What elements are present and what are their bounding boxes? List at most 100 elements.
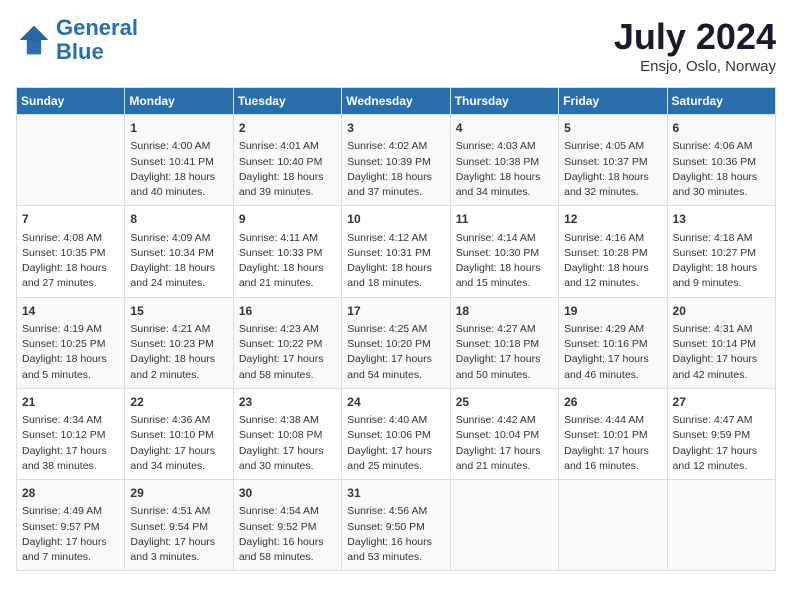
day-info: Sunrise: 4:25 AM Sunset: 10:20 PM Daylig… xyxy=(347,322,444,383)
calendar-day-cell: 31 Sunrise: 4:56 AM Sunset: 9:50 PM Dayli… xyxy=(342,480,450,571)
calendar-day-cell: 27 Sunrise: 4:47 AM Sunset: 9:59 PM Dayli… xyxy=(667,388,775,479)
calendar-day-cell: 24 Sunrise: 4:40 AM Sunset: 10:06 PM Dayl… xyxy=(342,388,450,479)
calendar-day-cell: 3 Sunrise: 4:02 AM Sunset: 10:39 PM Dayli… xyxy=(342,115,450,206)
calendar-week-row: 28 Sunrise: 4:49 AM Sunset: 9:57 PM Dayli… xyxy=(17,480,776,571)
day-number: 3 xyxy=(347,120,444,137)
calendar-day-cell: 16Sunrise: 4:23 AM Sunset: 10:22 PM Dayl… xyxy=(233,297,341,388)
calendar-day-cell: 30Sunrise: 4:54 AM Sunset: 9:52 PM Dayli… xyxy=(233,480,341,571)
day-info: Sunrise: 4:40 AM Sunset: 10:06 PM Daylig… xyxy=(347,413,444,474)
calendar-day-cell: 23 Sunrise: 4:38 AM Sunset: 10:08 PM Dayl… xyxy=(233,388,341,479)
day-info: Sunrise: 4:05 AM Sunset: 10:37 PM Daylig… xyxy=(564,139,661,200)
weekday-header: Thursday xyxy=(450,88,558,115)
calendar-day-cell: 29 Sunrise: 4:51 AM Sunset: 9:54 PM Dayli… xyxy=(125,480,233,571)
title-block: July 2024 Ensjo, Oslo, Norway xyxy=(614,16,776,75)
calendar-day-cell: 12 Sunrise: 4:16 AM Sunset: 10:28 PM Dayl… xyxy=(559,206,667,297)
day-info: Sunrise: 4:12 AM Sunset: 10:31 PM Daylig… xyxy=(347,231,444,292)
calendar-day-cell xyxy=(559,480,667,571)
calendar-table: SundayMondayTuesdayWednesdayThursdayFrid… xyxy=(16,87,776,571)
day-number: 4 xyxy=(456,120,553,137)
day-number: 22 xyxy=(130,394,227,411)
day-number: 27 xyxy=(673,394,770,411)
day-info: Sunrise: 4:54 AM Sunset: 9:52 PM Dayligh… xyxy=(239,504,336,565)
calendar-day-cell: 5 Sunrise: 4:05 AM Sunset: 10:37 PM Dayli… xyxy=(559,115,667,206)
calendar-day-cell: 18 Sunrise: 4:27 AM Sunset: 10:18 PM Dayl… xyxy=(450,297,558,388)
day-info: Sunrise: 4:51 AM Sunset: 9:54 PM Dayligh… xyxy=(130,504,227,565)
day-info: Sunrise: 4:34 AM Sunset: 10:12 PM Daylig… xyxy=(22,413,119,474)
logo-text: GeneralBlue xyxy=(56,16,138,64)
day-info: Sunrise: 4:21 AM Sunset: 10:23 PM Daylig… xyxy=(130,322,227,383)
day-info: Sunrise: 4:06 AM Sunset: 10:36 PM Daylig… xyxy=(673,139,770,200)
day-number: 12 xyxy=(564,211,661,228)
calendar-header-row: SundayMondayTuesdayWednesdayThursdayFrid… xyxy=(17,88,776,115)
day-info: Sunrise: 4:36 AM Sunset: 10:10 PM Daylig… xyxy=(130,413,227,474)
day-number: 8 xyxy=(130,211,227,228)
calendar-day-cell: 20 Sunrise: 4:31 AM Sunset: 10:14 PM Dayl… xyxy=(667,297,775,388)
day-number: 19 xyxy=(564,303,661,320)
day-number: 7 xyxy=(22,211,119,228)
calendar-day-cell: 17Sunrise: 4:25 AM Sunset: 10:20 PM Dayl… xyxy=(342,297,450,388)
day-info: Sunrise: 4:23 AM Sunset: 10:22 PM Daylig… xyxy=(239,322,336,383)
day-number: 25 xyxy=(456,394,553,411)
day-info: Sunrise: 4:19 AM Sunset: 10:25 PM Daylig… xyxy=(22,322,119,383)
day-info: Sunrise: 4:42 AM Sunset: 10:04 PM Daylig… xyxy=(456,413,553,474)
logo: GeneralBlue xyxy=(16,16,138,64)
day-info: Sunrise: 4:02 AM Sunset: 10:39 PM Daylig… xyxy=(347,139,444,200)
day-number: 9 xyxy=(239,211,336,228)
day-number: 14 xyxy=(22,303,119,320)
day-number: 31 xyxy=(347,485,444,502)
calendar-day-cell xyxy=(17,115,125,206)
weekday-header: Tuesday xyxy=(233,88,341,115)
calendar-day-cell: 8 Sunrise: 4:09 AM Sunset: 10:34 PM Dayli… xyxy=(125,206,233,297)
day-number: 28 xyxy=(22,485,119,502)
calendar-day-cell: 14 Sunrise: 4:19 AM Sunset: 10:25 PM Dayl… xyxy=(17,297,125,388)
day-number: 23 xyxy=(239,394,336,411)
weekday-header: Friday xyxy=(559,88,667,115)
day-number: 2 xyxy=(239,120,336,137)
calendar-week-row: 14 Sunrise: 4:19 AM Sunset: 10:25 PM Dayl… xyxy=(17,297,776,388)
day-info: Sunrise: 4:01 AM Sunset: 10:40 PM Daylig… xyxy=(239,139,336,200)
weekday-header: Sunday xyxy=(17,88,125,115)
day-number: 15 xyxy=(130,303,227,320)
day-number: 20 xyxy=(673,303,770,320)
calendar-day-cell: 13Sunrise: 4:18 AM Sunset: 10:27 PM Dayl… xyxy=(667,206,775,297)
day-number: 24 xyxy=(347,394,444,411)
day-number: 29 xyxy=(130,485,227,502)
calendar-day-cell: 15 Sunrise: 4:21 AM Sunset: 10:23 PM Dayl… xyxy=(125,297,233,388)
calendar-week-row: 7Sunrise: 4:08 AM Sunset: 10:35 PM Dayli… xyxy=(17,206,776,297)
day-info: Sunrise: 4:31 AM Sunset: 10:14 PM Daylig… xyxy=(673,322,770,383)
calendar-day-cell: 21 Sunrise: 4:34 AM Sunset: 10:12 PM Dayl… xyxy=(17,388,125,479)
day-number: 5 xyxy=(564,120,661,137)
calendar-day-cell xyxy=(667,480,775,571)
calendar-week-row: 21 Sunrise: 4:34 AM Sunset: 10:12 PM Dayl… xyxy=(17,388,776,479)
page-header: GeneralBlue July 2024 Ensjo, Oslo, Norwa… xyxy=(16,16,776,75)
day-number: 1 xyxy=(130,120,227,137)
day-info: Sunrise: 4:29 AM Sunset: 10:16 PM Daylig… xyxy=(564,322,661,383)
day-number: 6 xyxy=(673,120,770,137)
calendar-day-cell: 6 Sunrise: 4:06 AM Sunset: 10:36 PM Dayli… xyxy=(667,115,775,206)
day-number: 11 xyxy=(456,211,553,228)
weekday-header: Wednesday xyxy=(342,88,450,115)
day-number: 21 xyxy=(22,394,119,411)
day-info: Sunrise: 4:00 AM Sunset: 10:41 PM Daylig… xyxy=(130,139,227,200)
day-info: Sunrise: 4:09 AM Sunset: 10:34 PM Daylig… xyxy=(130,231,227,292)
calendar-day-cell: 22 Sunrise: 4:36 AM Sunset: 10:10 PM Dayl… xyxy=(125,388,233,479)
day-number: 18 xyxy=(456,303,553,320)
day-info: Sunrise: 4:56 AM Sunset: 9:50 PM Dayligh… xyxy=(347,504,444,565)
day-info: Sunrise: 4:47 AM Sunset: 9:59 PM Dayligh… xyxy=(673,413,770,474)
calendar-day-cell: 26 Sunrise: 4:44 AM Sunset: 10:01 PM Dayl… xyxy=(559,388,667,479)
month-title: July 2024 xyxy=(614,16,776,58)
day-info: Sunrise: 4:14 AM Sunset: 10:30 PM Daylig… xyxy=(456,231,553,292)
day-info: Sunrise: 4:18 AM Sunset: 10:27 PM Daylig… xyxy=(673,231,770,292)
day-info: Sunrise: 4:49 AM Sunset: 9:57 PM Dayligh… xyxy=(22,504,119,565)
day-info: Sunrise: 4:44 AM Sunset: 10:01 PM Daylig… xyxy=(564,413,661,474)
weekday-header: Saturday xyxy=(667,88,775,115)
day-info: Sunrise: 4:38 AM Sunset: 10:08 PM Daylig… xyxy=(239,413,336,474)
day-info: Sunrise: 4:16 AM Sunset: 10:28 PM Daylig… xyxy=(564,231,661,292)
calendar-day-cell: 1 Sunrise: 4:00 AM Sunset: 10:41 PM Dayli… xyxy=(125,115,233,206)
day-number: 26 xyxy=(564,394,661,411)
day-number: 10 xyxy=(347,211,444,228)
weekday-header: Monday xyxy=(125,88,233,115)
calendar-day-cell: 9Sunrise: 4:11 AM Sunset: 10:33 PM Dayli… xyxy=(233,206,341,297)
logo-icon xyxy=(16,22,52,58)
day-info: Sunrise: 4:27 AM Sunset: 10:18 PM Daylig… xyxy=(456,322,553,383)
